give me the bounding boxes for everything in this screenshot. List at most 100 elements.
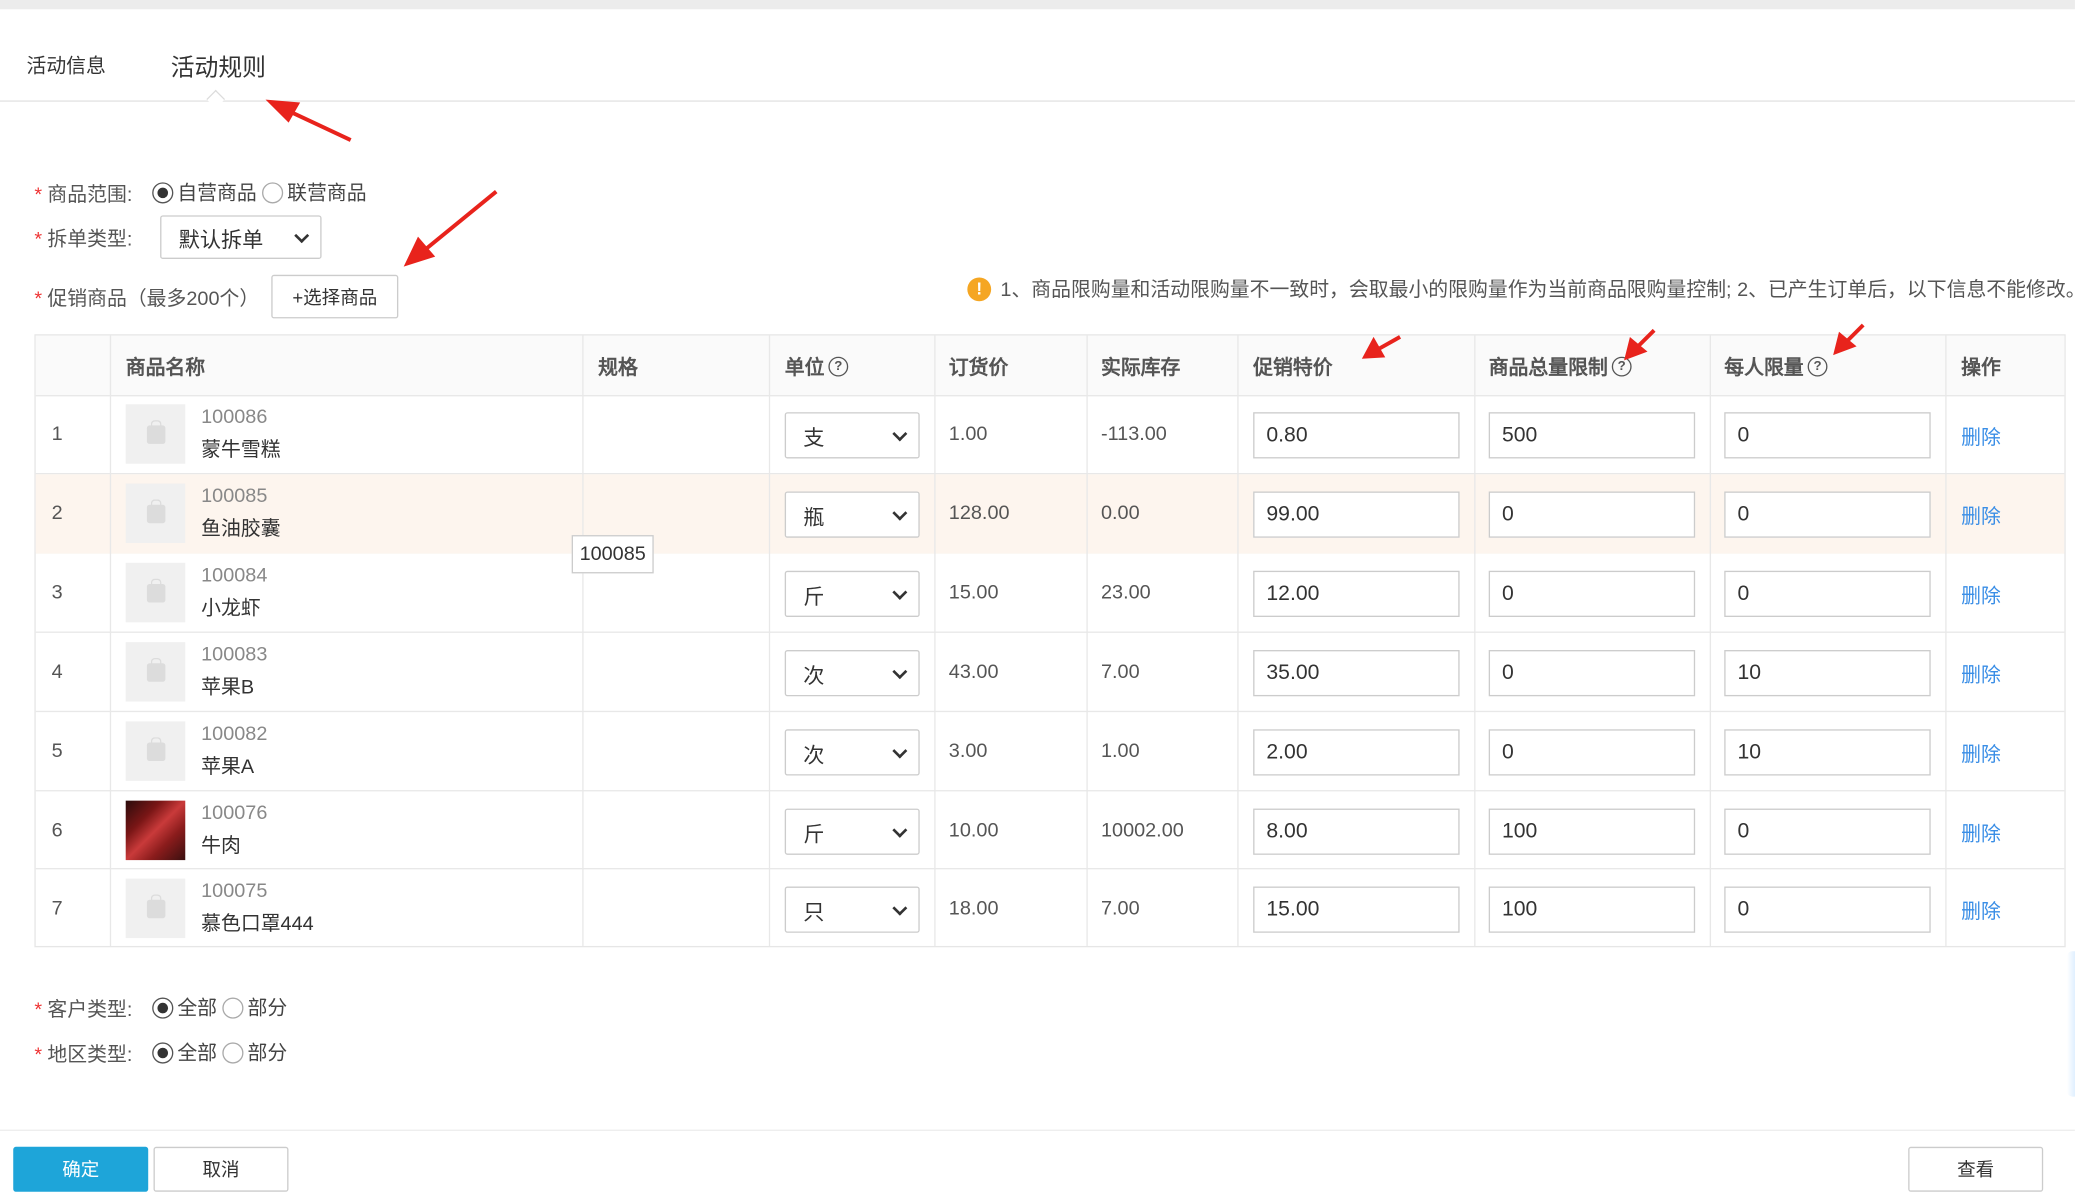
delete-link[interactable]: 删除 xyxy=(1961,423,2001,451)
total-limit-input[interactable]: 0 xyxy=(1488,650,1696,697)
total-limit-input[interactable]: 0 xyxy=(1488,570,1696,618)
total-limit-input[interactable]: 100 xyxy=(1488,808,1696,855)
unit-select[interactable]: 只 xyxy=(784,886,920,933)
chevron-down-icon xyxy=(892,742,908,758)
placeholder-bag-icon xyxy=(146,893,165,918)
promo-price-input[interactable]: 12.00 xyxy=(1253,570,1460,618)
delete-link[interactable]: 删除 xyxy=(1961,661,2001,689)
row-index: 1 xyxy=(51,422,63,446)
scope-radio-group: 自营商品 联营商品 xyxy=(152,178,372,206)
order-price: 18.00 xyxy=(948,897,999,920)
header-per-limit: 每人限量? xyxy=(1724,353,1828,381)
header-stock: 实际库存 xyxy=(1100,356,1181,380)
promo-price-input[interactable]: 99.00 xyxy=(1253,491,1460,538)
product-id-tooltip: 100085 xyxy=(571,535,654,574)
placeholder-bag-icon xyxy=(146,498,165,523)
per-limit-input[interactable]: 0 xyxy=(1724,808,1931,855)
region-option-partial[interactable]: 部分 xyxy=(222,1038,287,1066)
unit-value: 瓶 xyxy=(803,506,825,530)
confirm-button[interactable]: 确定 xyxy=(13,1146,149,1192)
unit-value: 支 xyxy=(803,427,825,450)
help-icon[interactable]: ? xyxy=(1807,356,1828,377)
tab-activity-rules[interactable]: 活动规则 xyxy=(171,49,266,83)
stock-value: 1.00 xyxy=(1100,739,1140,763)
total-limit-input[interactable]: 500 xyxy=(1488,412,1696,459)
product-name: 苹果A xyxy=(201,755,255,779)
region-option-all[interactable]: 全部 xyxy=(152,1038,217,1066)
chevron-down-icon xyxy=(892,425,908,441)
order-price: 128.00 xyxy=(948,502,1010,525)
delete-link[interactable]: 删除 xyxy=(1961,819,2001,847)
unit-select[interactable]: 瓶 xyxy=(784,491,920,538)
delete-link[interactable]: 删除 xyxy=(1961,897,2001,925)
product-name: 苹果B xyxy=(201,676,255,699)
select-products-button[interactable]: +选择商品 xyxy=(271,274,399,319)
header-order-price: 订货价 xyxy=(948,356,1009,380)
cancel-button[interactable]: 取消 xyxy=(153,1146,289,1192)
split-type-select[interactable]: 默认拆单 xyxy=(160,215,322,259)
unit-select[interactable]: 次 xyxy=(784,650,920,697)
placeholder-bag-icon xyxy=(146,657,165,682)
placeholder-bag-icon xyxy=(146,419,165,444)
unit-select[interactable]: 支 xyxy=(784,412,920,459)
scope-option-self[interactable]: 自营商品 xyxy=(152,178,257,206)
split-label: * 拆单类型: xyxy=(34,228,133,252)
per-limit-input[interactable]: 0 xyxy=(1724,491,1931,538)
promo-price-input[interactable]: 8.00 xyxy=(1253,808,1460,855)
total-limit-input[interactable]: 0 xyxy=(1488,491,1696,538)
header-total-limit: 商品总量限制? xyxy=(1489,353,1632,381)
tab-activity-info[interactable]: 活动信息 xyxy=(26,52,105,80)
product-id: 100086 xyxy=(201,405,268,429)
customer-radio-group: 全部 部分 xyxy=(152,994,292,1022)
product-id: 100082 xyxy=(201,722,268,746)
per-limit-input[interactable]: 0 xyxy=(1724,886,1931,933)
row-index: 3 xyxy=(51,581,63,604)
delete-link[interactable]: 删除 xyxy=(1961,502,2001,530)
total-limit-input[interactable]: 0 xyxy=(1488,729,1696,776)
customer-option-partial[interactable]: 部分 xyxy=(222,994,287,1022)
help-icon[interactable]: ? xyxy=(1611,356,1632,377)
delete-link[interactable]: 删除 xyxy=(1961,740,2001,768)
stock-value: 0.00 xyxy=(1100,502,1140,525)
tab-bar: 活动信息 活动规则 xyxy=(0,20,2075,109)
view-button[interactable]: 查看 xyxy=(1908,1146,2044,1192)
total-limit-input[interactable]: 100 xyxy=(1488,886,1696,933)
row-index: 7 xyxy=(51,897,63,920)
customer-option-all[interactable]: 全部 xyxy=(152,994,217,1022)
order-price: 10.00 xyxy=(948,819,999,842)
region-radio-group: 全部 部分 xyxy=(152,1038,292,1066)
radio-unchecked-icon xyxy=(262,181,284,203)
placeholder-bag-icon xyxy=(146,578,165,602)
unit-select[interactable]: 斤 xyxy=(784,808,920,855)
per-limit-input[interactable]: 10 xyxy=(1724,650,1931,697)
per-limit-input[interactable]: 0 xyxy=(1724,570,1931,618)
row-index: 2 xyxy=(51,502,63,525)
unit-select[interactable]: 次 xyxy=(784,729,920,776)
product-thumbnail xyxy=(125,642,186,702)
per-limit-input[interactable]: 10 xyxy=(1724,729,1931,776)
unit-value: 斤 xyxy=(803,823,825,847)
promo-price-input[interactable]: 2.00 xyxy=(1253,729,1460,776)
notice-text: 1、商品限购量和活动限购量不一致时，会取最小的限购量作为当前商品限购量控制; 2… xyxy=(1000,278,2075,302)
unit-select[interactable]: 斤 xyxy=(784,570,920,618)
product-id: 100083 xyxy=(201,643,268,666)
product-name: 小龙虾 xyxy=(201,597,261,620)
promo-price-input[interactable]: 35.00 xyxy=(1253,650,1460,697)
scope-option-joint[interactable]: 联营商品 xyxy=(262,178,367,206)
product-thumbnail xyxy=(125,562,186,623)
delete-link[interactable]: 删除 xyxy=(1961,581,2001,609)
product-id: 100084 xyxy=(201,564,268,587)
header-action: 操作 xyxy=(1961,356,2001,380)
help-icon[interactable]: ? xyxy=(828,356,849,377)
product-name: 牛肉 xyxy=(201,834,241,858)
product-table: 商品名称 规格 单位? 订货价 实际库存 促销特价 商品总量限制? 每人限量? … xyxy=(34,334,2066,948)
promo-price-input[interactable]: 15.00 xyxy=(1253,886,1460,933)
product-thumbnail xyxy=(125,878,186,939)
per-limit-input[interactable]: 0 xyxy=(1724,412,1931,459)
radio-checked-icon xyxy=(152,996,174,1018)
row-index: 6 xyxy=(51,819,63,842)
promo-price-input[interactable]: 0.80 xyxy=(1253,412,1460,459)
table-row: 7 100075 慕色口罩444 只 18.00 7.00 15.00 100 … xyxy=(36,869,2065,948)
product-id: 100076 xyxy=(201,801,268,825)
product-thumbnail xyxy=(125,404,186,464)
